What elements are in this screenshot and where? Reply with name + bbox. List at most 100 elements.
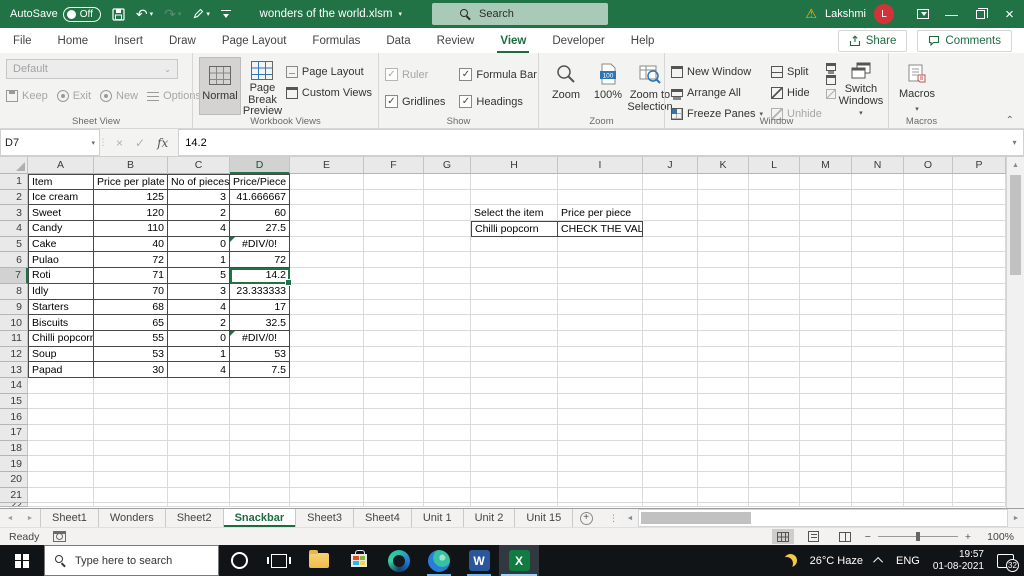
cell-G3[interactable]: [424, 205, 471, 221]
cell-F22[interactable]: [364, 503, 424, 507]
cell-H12[interactable]: [471, 347, 558, 363]
cell-G14[interactable]: [424, 378, 471, 394]
cell-J4[interactable]: [643, 221, 698, 237]
close-button[interactable]: ×: [995, 0, 1024, 28]
cell-N12[interactable]: [852, 347, 904, 363]
cell-F7[interactable]: [364, 268, 424, 284]
zoom-slider-thumb[interactable]: [916, 532, 920, 541]
cell-F6[interactable]: [364, 252, 424, 268]
horizontal-scroll-thumb[interactable]: [641, 512, 751, 524]
column-header-N[interactable]: N: [852, 157, 904, 174]
tab-home[interactable]: Home: [45, 28, 102, 53]
row-header-5[interactable]: 5: [0, 237, 28, 253]
cell-H11[interactable]: [471, 331, 558, 347]
cell-B3[interactable]: 120: [94, 205, 168, 221]
cell-B5[interactable]: 40: [94, 237, 168, 253]
cell-B1[interactable]: Price per plate: [94, 174, 168, 190]
page-layout-view-button[interactable]: Page Layout: [286, 62, 372, 81]
language-indicator[interactable]: ENG: [896, 555, 920, 567]
cell-F8[interactable]: [364, 284, 424, 300]
cell-G12[interactable]: [424, 347, 471, 363]
cell-D15[interactable]: [230, 394, 290, 410]
cell-F10[interactable]: [364, 315, 424, 331]
cell-M18[interactable]: [800, 441, 852, 457]
cell-I11[interactable]: [558, 331, 643, 347]
cell-O17[interactable]: [904, 425, 953, 441]
column-header-A[interactable]: A: [28, 157, 94, 174]
cell-E7[interactable]: [290, 268, 364, 284]
cell-C14[interactable]: [168, 378, 230, 394]
row-header-6[interactable]: 6: [0, 252, 28, 268]
cell-L7[interactable]: [749, 268, 800, 284]
cell-K16[interactable]: [698, 409, 749, 425]
cell-C13[interactable]: 4: [168, 362, 230, 378]
cell-O14[interactable]: [904, 378, 953, 394]
cell-L15[interactable]: [749, 394, 800, 410]
row-header-11[interactable]: 11: [0, 331, 28, 347]
column-header-P[interactable]: P: [953, 157, 1006, 174]
gridlines-checkbox[interactable]: ✓Gridlines: [385, 92, 445, 111]
formula-bar-checkbox[interactable]: ✓Formula Bar: [459, 65, 537, 84]
cell-P3[interactable]: [953, 205, 1006, 221]
cell-C21[interactable]: [168, 488, 230, 504]
title-dropdown-icon[interactable]: ▾: [398, 10, 402, 18]
cell-L4[interactable]: [749, 221, 800, 237]
cell-K5[interactable]: [698, 237, 749, 253]
cell-L6[interactable]: [749, 252, 800, 268]
cell-G4[interactable]: [424, 221, 471, 237]
cell-D4[interactable]: 27.5: [230, 221, 290, 237]
cell-G6[interactable]: [424, 252, 471, 268]
cell-L2[interactable]: [749, 190, 800, 206]
cell-G18[interactable]: [424, 441, 471, 457]
cell-B8[interactable]: 70: [94, 284, 168, 300]
cell-B15[interactable]: [94, 394, 168, 410]
cell-E21[interactable]: [290, 488, 364, 504]
cell-F4[interactable]: [364, 221, 424, 237]
scroll-right-icon[interactable]: ►: [1008, 509, 1024, 527]
cell-O1[interactable]: [904, 174, 953, 190]
cell-P22[interactable]: [953, 503, 1006, 507]
page-break-preview-button[interactable]: Page Break Preview: [241, 57, 284, 115]
cell-H6[interactable]: [471, 252, 558, 268]
cell-N21[interactable]: [852, 488, 904, 504]
cell-A20[interactable]: [28, 472, 94, 488]
notification-center-icon[interactable]: 32: [997, 554, 1014, 568]
cell-N13[interactable]: [852, 362, 904, 378]
column-header-C[interactable]: C: [168, 157, 230, 174]
cell-M14[interactable]: [800, 378, 852, 394]
cell-G2[interactable]: [424, 190, 471, 206]
cell-M15[interactable]: [800, 394, 852, 410]
cell-K11[interactable]: [698, 331, 749, 347]
cell-C6[interactable]: 1: [168, 252, 230, 268]
name-box-dropdown-icon[interactable]: ▾: [91, 139, 95, 147]
new-window-button[interactable]: New Window: [671, 62, 763, 81]
cell-K14[interactable]: [698, 378, 749, 394]
view-side-by-side-icon[interactable]: [826, 63, 836, 71]
column-header-J[interactable]: J: [643, 157, 698, 174]
cell-J9[interactable]: [643, 300, 698, 316]
weather-icon[interactable]: [784, 554, 797, 567]
cell-L8[interactable]: [749, 284, 800, 300]
cell-H8[interactable]: [471, 284, 558, 300]
cell-O15[interactable]: [904, 394, 953, 410]
cell-L13[interactable]: [749, 362, 800, 378]
row-header-7[interactable]: 7: [0, 268, 28, 284]
row-header-22[interactable]: 22: [0, 503, 28, 507]
cell-J1[interactable]: [643, 174, 698, 190]
cell-D21[interactable]: [230, 488, 290, 504]
cell-E3[interactable]: [290, 205, 364, 221]
cell-C17[interactable]: [168, 425, 230, 441]
sheet-tab-snackbar[interactable]: Snackbar: [224, 509, 297, 527]
cell-K2[interactable]: [698, 190, 749, 206]
sheet-tab-wonders[interactable]: Wonders: [99, 509, 166, 527]
sheet-tab-unit-1[interactable]: Unit 1: [412, 509, 464, 527]
cell-H5[interactable]: [471, 237, 558, 253]
cell-I4[interactable]: CHECK THE VALUE: [558, 221, 643, 237]
tab-page-layout[interactable]: Page Layout: [209, 28, 300, 53]
cell-C15[interactable]: [168, 394, 230, 410]
cell-B12[interactable]: 53: [94, 347, 168, 363]
cell-A9[interactable]: Starters: [28, 300, 94, 316]
cell-L18[interactable]: [749, 441, 800, 457]
cell-F15[interactable]: [364, 394, 424, 410]
cell-H1[interactable]: [471, 174, 558, 190]
